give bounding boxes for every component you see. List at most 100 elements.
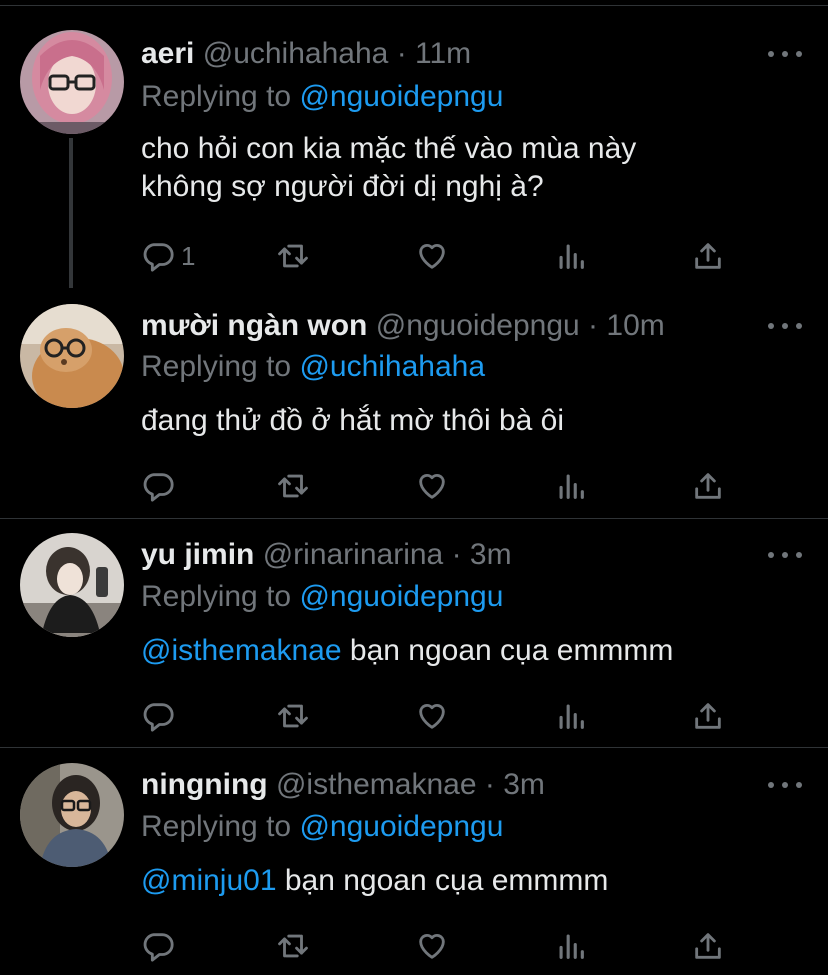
timestamp[interactable]: 3m [470, 538, 512, 571]
retweet-icon [278, 474, 308, 498]
display-name[interactable]: ningning [141, 768, 268, 801]
analytics-button[interactable] [554, 924, 588, 968]
more-icon[interactable] [768, 316, 802, 336]
replying-to: Replying to @nguoidepngu [141, 807, 503, 847]
timestamp[interactable]: 3m [503, 768, 545, 801]
display-name[interactable]: mười ngàn won [141, 309, 367, 342]
more-icon[interactable] [768, 44, 802, 64]
reply-icon [143, 703, 174, 732]
replying-prefix: Replying to [141, 580, 292, 613]
tweet-header: aeri @uchihahaha · 11m [141, 34, 471, 74]
display-name[interactable]: aeri [141, 37, 194, 70]
tweet[interactable]: yu jimin @rinarinarina · 3m Replying to … [0, 519, 828, 747]
share-button[interactable] [691, 924, 725, 968]
avatar[interactable] [20, 763, 124, 867]
display-name[interactable]: yu jimin [141, 538, 254, 571]
like-icon [419, 934, 445, 959]
replying-to-link[interactable]: @nguoidepngu [299, 810, 503, 843]
user-handle[interactable]: @rinarinarina [263, 538, 444, 571]
reply-icon [143, 933, 174, 962]
more-icon[interactable] [768, 545, 802, 565]
reply-button[interactable] [141, 694, 181, 738]
replying-to: Replying to @nguoidepngu [141, 577, 503, 617]
tweet[interactable]: aeri @uchihahaha · 11m Replying to @nguo… [0, 0, 828, 290]
replying-prefix: Replying to [141, 80, 292, 113]
reply-icon [143, 473, 174, 502]
analytics-icon [559, 704, 584, 729]
tweet-text: @isthemaknae bạn ngoan cụa emmmm [141, 632, 801, 670]
tweet[interactable]: mười ngàn won @nguoidepngu · 10m Replyin… [0, 290, 828, 518]
analytics-icon [559, 474, 584, 499]
reply-icon [143, 243, 174, 272]
tweet-text-line: không sợ người đời dị nghị à? [141, 170, 544, 203]
reply-button[interactable]: 1 [141, 234, 195, 278]
timestamp[interactable]: 10m [606, 309, 664, 342]
action-bar [141, 694, 741, 738]
replying-to-link[interactable]: @nguoidepngu [299, 580, 503, 613]
replying-prefix: Replying to [141, 810, 292, 843]
tweet-header: yu jimin @rinarinarina · 3m [141, 535, 512, 575]
retweet-button[interactable] [276, 234, 310, 278]
share-button[interactable] [691, 464, 725, 508]
like-button[interactable] [415, 234, 449, 278]
like-button[interactable] [415, 694, 449, 738]
tweet[interactable]: ningning @isthemaknae · 3m Replying to @… [0, 748, 828, 975]
replying-prefix: Replying to [141, 350, 292, 383]
share-icon [695, 473, 721, 499]
retweet-button[interactable] [276, 694, 310, 738]
retweet-icon [278, 704, 308, 728]
like-button[interactable] [415, 464, 449, 508]
retweet-icon [278, 934, 308, 958]
retweet-button[interactable] [276, 924, 310, 968]
tweet-text: cho hỏi con kia mặc thế vào mùa này khôn… [141, 130, 801, 206]
reply-button[interactable] [141, 924, 181, 968]
replying-to: Replying to @uchihahaha [141, 347, 485, 387]
tweet-text-line: bạn ngoan cụa emmmm [349, 634, 674, 667]
action-bar [141, 924, 741, 968]
reply-count: 1 [181, 240, 196, 271]
mention-link[interactable]: @isthemaknae [141, 634, 342, 667]
separator: · [484, 768, 495, 801]
tweet-text: đang thử đồ ở hắt mờ thôi bà ôi [141, 402, 801, 440]
tweet-header: mười ngàn won @nguoidepngu · 10m [141, 306, 665, 346]
reply-button[interactable] [141, 464, 181, 508]
tweet-header: ningning @isthemaknae · 3m [141, 765, 545, 805]
analytics-icon [559, 244, 584, 269]
action-bar [141, 464, 741, 508]
share-button[interactable] [691, 694, 725, 738]
action-bar: 1 [141, 234, 741, 278]
like-icon [419, 474, 445, 499]
user-handle[interactable]: @nguoidepngu [376, 309, 580, 342]
tweet-text: @minju01 bạn ngoan cụa emmmm [141, 862, 801, 900]
like-icon [419, 704, 445, 729]
share-icon [695, 933, 721, 959]
tweet-text-line: đang thử đồ ở hắt mờ thôi bà ôi [141, 404, 565, 437]
analytics-button[interactable] [554, 694, 588, 738]
user-handle[interactable]: @uchihahaha [203, 37, 389, 70]
separator: · [588, 309, 599, 342]
user-handle[interactable]: @isthemaknae [276, 768, 477, 801]
replying-to-link[interactable]: @uchihahaha [299, 350, 485, 383]
analytics-button[interactable] [554, 234, 588, 278]
like-icon [419, 244, 445, 269]
more-icon[interactable] [768, 775, 802, 795]
share-button[interactable] [691, 234, 725, 278]
separator: · [396, 37, 407, 70]
timestamp[interactable]: 11m [415, 37, 471, 70]
separator: · [451, 538, 462, 571]
avatar[interactable] [20, 30, 124, 134]
analytics-icon [559, 934, 584, 959]
like-button[interactable] [415, 924, 449, 968]
mention-link[interactable]: @minju01 [141, 864, 277, 897]
share-icon [695, 243, 721, 269]
replying-to-link[interactable]: @nguoidepngu [299, 80, 503, 113]
share-icon [695, 703, 721, 729]
avatar[interactable] [20, 304, 124, 408]
retweet-icon [278, 244, 308, 268]
analytics-button[interactable] [554, 464, 588, 508]
replying-to: Replying to @nguoidepngu [141, 77, 503, 117]
tweet-text-line: bạn ngoan cụa emmmm [284, 864, 609, 897]
tweet-text-line: cho hỏi con kia mặc thế vào mùa này [141, 132, 637, 165]
avatar[interactable] [20, 533, 124, 637]
retweet-button[interactable] [276, 464, 310, 508]
